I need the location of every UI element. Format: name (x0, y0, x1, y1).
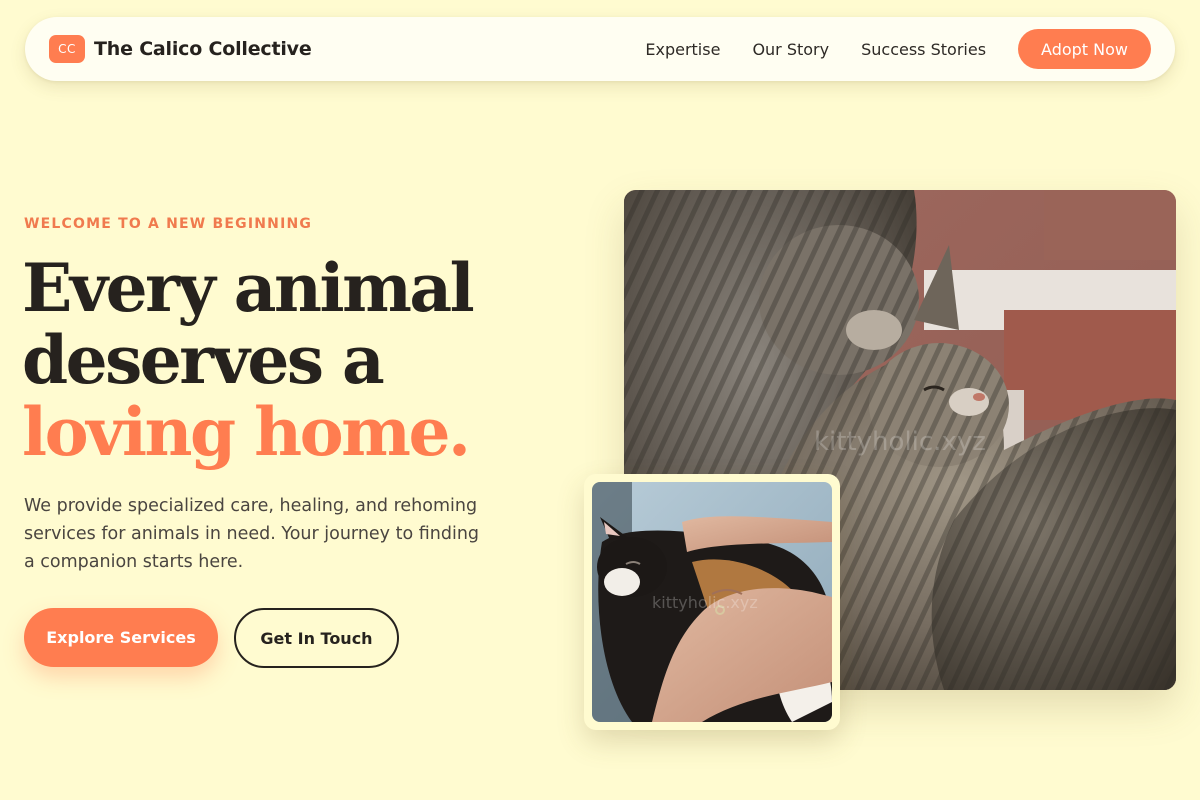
nav-link-expertise[interactable]: Expertise (645, 40, 720, 59)
top-navigation: CC The Calico Collective Expertise Our S… (25, 17, 1175, 81)
get-in-touch-button[interactable]: Get In Touch (234, 608, 399, 668)
hero-photo-small-frame: kittyholic.xyz (584, 474, 840, 730)
logo-badge: CC (49, 35, 85, 63)
adopt-now-button[interactable]: Adopt Now (1018, 29, 1151, 69)
nav-link-success-stories[interactable]: Success Stories (861, 40, 986, 59)
headline-line-1: Every animal (22, 249, 475, 327)
headline-accent: loving home. (22, 393, 471, 471)
svg-text:kittyholic.xyz: kittyholic.xyz (652, 593, 758, 612)
hero-description: We provide specialized care, healing, an… (24, 496, 480, 572)
calico-cat-image: kittyholic.xyz (592, 482, 832, 722)
main-menu: Expertise Our Story Success Stories Adop… (645, 29, 1151, 69)
hero-headline: Every animal deserves a loving home. (22, 252, 582, 468)
nav-link-our-story[interactable]: Our Story (752, 40, 829, 59)
explore-services-button[interactable]: Explore Services (24, 608, 218, 667)
brand-name: The Calico Collective (94, 38, 312, 60)
svg-text:kittyholic.xyz: kittyholic.xyz (814, 427, 986, 457)
hero-eyebrow: WELCOME TO A NEW BEGINNING (24, 216, 313, 232)
headline-line-2: deserves a (22, 321, 385, 399)
hero-photo-calico: kittyholic.xyz (592, 482, 832, 722)
brand[interactable]: CC The Calico Collective (49, 35, 312, 63)
